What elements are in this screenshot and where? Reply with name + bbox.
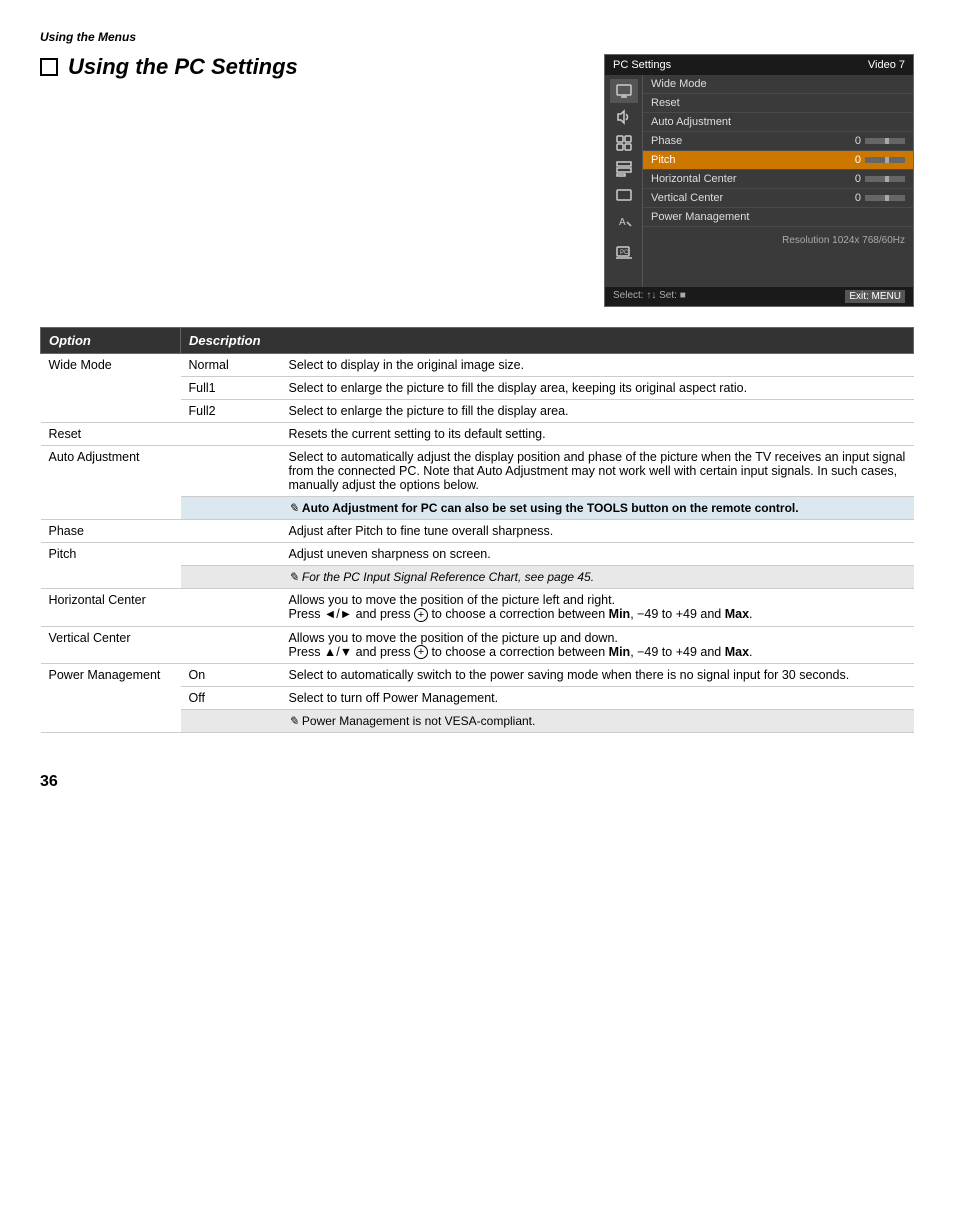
pc-settings-panel: PC Settings Video 7 (604, 54, 914, 307)
menu-item-power-management[interactable]: Power Management (643, 208, 913, 227)
panel-icon-audio[interactable] (610, 105, 638, 129)
using-menus-label: Using the Menus (40, 30, 914, 44)
note-icon (289, 501, 299, 515)
menu-item-reset[interactable]: Reset (643, 94, 913, 113)
panel-icon-display[interactable] (610, 183, 638, 207)
panel-icon-text[interactable]: A (610, 209, 638, 233)
table-row: Auto Adjustment Select to automatically … (41, 446, 914, 497)
panel-icon-channels[interactable] (610, 131, 638, 155)
checkbox-icon (40, 58, 58, 76)
panel-video: Video 7 (868, 59, 905, 71)
menu-item-pitch[interactable]: Pitch 0 (643, 151, 913, 170)
table-row: Power Management On Select to automatica… (41, 664, 914, 687)
menu-item-phase[interactable]: Phase 0 (643, 132, 913, 151)
col-header-option: Option (41, 328, 181, 354)
table-row: Vertical Center Allows you to move the p… (41, 626, 914, 664)
table-row: Horizontal Center Allows you to move the… (41, 589, 914, 627)
menu-item-wide-mode[interactable]: Wide Mode (643, 75, 913, 94)
panel-title: PC Settings (613, 59, 671, 71)
circle-plus-icon: + (414, 608, 428, 622)
svg-text:PC: PC (620, 250, 629, 256)
svg-text:A: A (619, 217, 626, 228)
circle-plus-icon-2: + (414, 645, 428, 659)
menu-item-horizontal-center[interactable]: Horizontal Center 0 (643, 170, 913, 189)
table-row: Pitch Adjust uneven sharpness on screen. (41, 543, 914, 566)
table-row: Phase Adjust after Pitch to fine tune ov… (41, 520, 914, 543)
note-icon-2 (289, 714, 299, 728)
page-number: 36 (40, 773, 914, 791)
table-row: Reset Resets the current setting to its … (41, 423, 914, 446)
table-row: Wide Mode Normal Select to display in th… (41, 354, 914, 377)
col-header-description: Description (181, 328, 914, 354)
menu-item-auto-adjustment[interactable]: Auto Adjustment (643, 113, 913, 132)
options-table: Option Description Wide Mode Normal Sele… (40, 327, 914, 733)
note-link: ✎ For the PC Input Signal Reference Char… (289, 570, 595, 584)
panel-icon-picture[interactable] (610, 79, 638, 103)
panel-icon-pc[interactable]: PC (610, 241, 638, 265)
panel-exit-label[interactable]: Exit: MENU (845, 290, 905, 303)
panel-select-label: Select: ↑↓ Set: ■ (613, 290, 686, 303)
panel-icon-setup[interactable] (610, 157, 638, 181)
page-title: Using the PC Settings (40, 54, 298, 80)
resolution-text: Resolution 1024x 768/60Hz (782, 235, 905, 246)
menu-item-vertical-center[interactable]: Vertical Center 0 (643, 189, 913, 208)
